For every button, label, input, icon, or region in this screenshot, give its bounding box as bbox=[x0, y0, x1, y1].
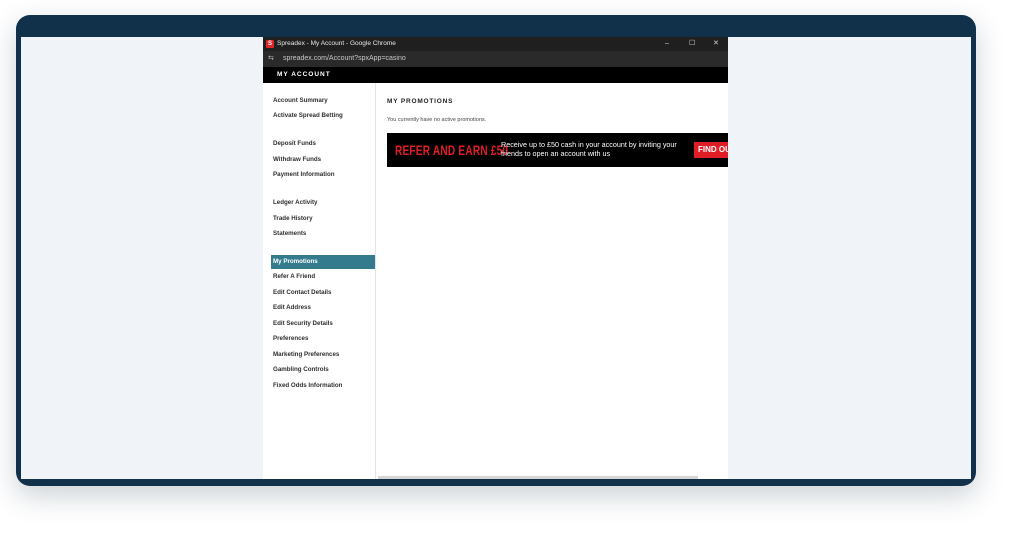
nav-withdraw-funds[interactable]: Withdraw Funds bbox=[273, 156, 321, 164]
refer-friend-banner[interactable]: REFER AND EARN £50 Receive up to £50 cas… bbox=[387, 133, 728, 167]
nav-marketing-preferences[interactable]: Marketing Preferences bbox=[273, 351, 339, 359]
browser-window: S Spreadex - My Account - Google Chrome … bbox=[263, 37, 728, 479]
nav-edit-address[interactable]: Edit Address bbox=[273, 304, 311, 312]
nav-edit-security-details[interactable]: Edit Security Details bbox=[273, 320, 333, 328]
nav-gambling-controls[interactable]: Gambling Controls bbox=[273, 366, 329, 374]
url-text[interactable]: spreadex.com/Account?spxApp=casino bbox=[283, 54, 406, 64]
window-title: Spreadex - My Account - Google Chrome bbox=[277, 40, 396, 47]
main-content: MY PROMOTIONS You currently have no acti… bbox=[376, 83, 728, 479]
nav-edit-contact-details[interactable]: Edit Contact Details bbox=[273, 289, 331, 297]
minimize-icon[interactable]: – bbox=[665, 39, 669, 49]
spreadex-logo-icon: S bbox=[266, 40, 274, 48]
page-title: MY PROMOTIONS bbox=[387, 98, 454, 105]
nav-refer-a-friend[interactable]: Refer A Friend bbox=[273, 273, 315, 281]
nav-ledger-activity[interactable]: Ledger Activity bbox=[273, 199, 317, 207]
empty-promotions-message: You currently have no active promotions. bbox=[387, 117, 487, 123]
banner-headline: REFER AND EARN £50 bbox=[395, 142, 509, 158]
nav-payment-information[interactable]: Payment Information bbox=[273, 171, 335, 179]
nav-account-summary[interactable]: Account Summary bbox=[273, 97, 328, 105]
nav-preferences[interactable]: Preferences bbox=[273, 335, 308, 343]
account-title: MY ACCOUNT bbox=[277, 71, 331, 78]
account-sidebar: Account Summary Activate Spread Betting … bbox=[263, 83, 376, 479]
nav-trade-history[interactable]: Trade History bbox=[273, 215, 313, 223]
account-header: MY ACCOUNT bbox=[263, 67, 728, 83]
site-settings-icon[interactable]: ⇆ bbox=[268, 54, 274, 64]
nav-deposit-funds[interactable]: Deposit Funds bbox=[273, 140, 316, 148]
address-bar[interactable]: ⇆ spreadex.com/Account?spxApp=casino bbox=[263, 51, 728, 67]
title-bar: S Spreadex - My Account - Google Chrome … bbox=[263, 37, 728, 51]
nav-my-promotions[interactable]: My Promotions bbox=[271, 255, 375, 269]
banner-text: Receive up to £50 cash in your account b… bbox=[501, 140, 677, 158]
close-icon[interactable]: ✕ bbox=[713, 39, 719, 49]
nav-fixed-odds-information[interactable]: Fixed Odds Information bbox=[273, 382, 342, 390]
horizontal-scrollbar[interactable] bbox=[378, 476, 698, 479]
find-out-button[interactable]: FIND OUT bbox=[694, 142, 728, 158]
nav-statements[interactable]: Statements bbox=[273, 230, 306, 238]
maximize-icon[interactable]: ☐ bbox=[689, 39, 695, 49]
nav-activate-spread-betting[interactable]: Activate Spread Betting bbox=[273, 112, 343, 120]
